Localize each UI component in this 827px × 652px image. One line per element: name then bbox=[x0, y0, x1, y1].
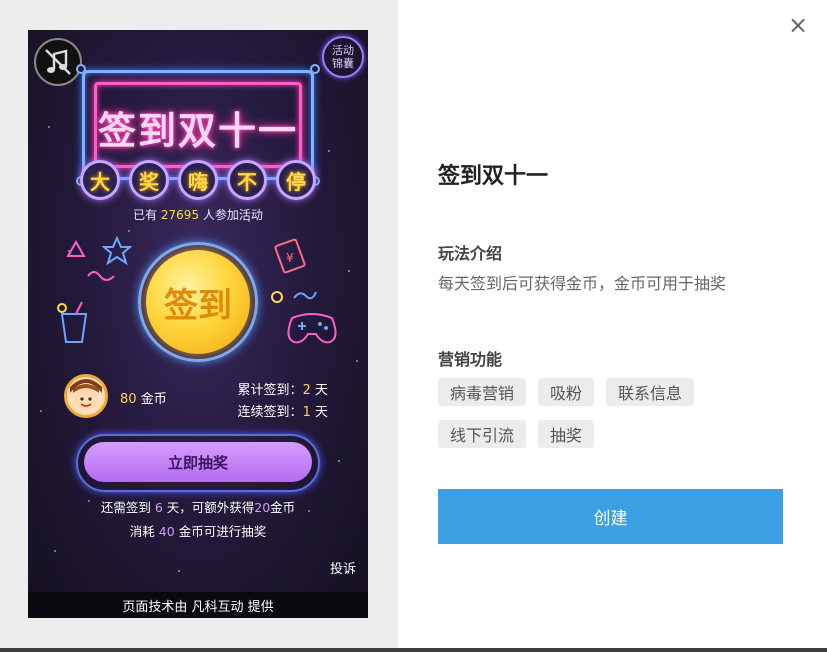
star-icon bbox=[102, 236, 132, 266]
marketing-heading: 营销功能 bbox=[438, 350, 503, 369]
draw-info-line-2: 消耗 40 金币可进行抽奖 bbox=[129, 524, 267, 539]
preview-title: 签到双十一 bbox=[97, 109, 298, 153]
draw-info: 还需签到 6 天，可额外获得20金币 消耗 40 金币可进行抽奖 bbox=[28, 496, 368, 544]
marketing-tag: 联系信息 bbox=[606, 378, 695, 406]
activity-tips-button[interactable]: 活动锦囊 bbox=[322, 36, 364, 78]
gamepad-icon bbox=[287, 313, 337, 344]
svg-text:¥: ¥ bbox=[286, 251, 294, 265]
avatar bbox=[64, 374, 108, 418]
close-icon[interactable]: × bbox=[787, 13, 809, 37]
slogan-badge: 奖 bbox=[129, 160, 169, 200]
ring-decoration bbox=[271, 291, 283, 303]
preview-footer: 页面技术由 凡科互动 提供 bbox=[28, 592, 368, 618]
red-envelope-icon: ¥ bbox=[274, 238, 306, 274]
preview-pane: 活动锦囊 签到双十一 大 奖 嗨 不 停 已有 27695 人参加活动 ¥ 签到… bbox=[0, 0, 398, 648]
total-signin: 累计签到：2 天 bbox=[237, 383, 328, 398]
signin-button[interactable]: 签到 bbox=[146, 250, 250, 354]
marketing-tag: 吸粉 bbox=[538, 378, 595, 406]
slogan-badge: 停 bbox=[276, 160, 316, 200]
user-coins: 80 金币 bbox=[120, 392, 167, 407]
create-activity-modal: 活动锦囊 签到双十一 大 奖 嗨 不 停 已有 27695 人参加活动 ¥ 签到… bbox=[0, 0, 827, 648]
music-muted-icon bbox=[45, 49, 71, 75]
squiggle-decoration bbox=[87, 271, 115, 281]
squiggle-decoration bbox=[293, 291, 317, 300]
slogan-badge: 不 bbox=[227, 160, 267, 200]
gameplay-description: 每天签到后可获得金币，金币可用于抽奖 bbox=[438, 274, 727, 293]
signin-stats: 累计签到：2 天 连续签到：1 天 bbox=[238, 380, 328, 424]
triangle-decoration bbox=[66, 240, 86, 257]
marketing-tag: 病毒营销 bbox=[438, 378, 527, 406]
slogan-badge: 大 bbox=[80, 160, 120, 200]
report-button[interactable]: 投诉 bbox=[330, 558, 356, 577]
slogan-badge: 嗨 bbox=[178, 160, 218, 200]
marketing-tag: 线下引流 bbox=[438, 420, 527, 448]
draw-info-line-1: 还需签到 6 天，可额外获得20金币 bbox=[100, 500, 296, 515]
phone-preview: 活动锦囊 签到双十一 大 奖 嗨 不 停 已有 27695 人参加活动 ¥ 签到… bbox=[28, 30, 368, 618]
gameplay-heading: 玩法介绍 bbox=[438, 244, 503, 263]
create-button[interactable]: 创建 bbox=[438, 489, 783, 544]
activity-tips-label: 活动锦囊 bbox=[332, 44, 354, 70]
continuous-signin: 连续签到：1 天 bbox=[237, 405, 328, 420]
music-toggle-button[interactable] bbox=[34, 38, 82, 86]
activity-title: 签到双十一 bbox=[438, 164, 549, 189]
background-strip bbox=[0, 648, 827, 652]
marketing-tag: 抽奖 bbox=[538, 420, 595, 448]
drink-icon bbox=[57, 301, 88, 343]
marketing-tags: 病毒营销 吸粉 联系信息 线下引流 抽奖 bbox=[438, 378, 738, 448]
slogan-badges: 大 奖 嗨 不 停 bbox=[80, 160, 316, 200]
participants-count: 已有 27695 人参加活动 bbox=[133, 208, 263, 222]
details-pane: × 签到双十一 玩法介绍 每天签到后可获得金币，金币可用于抽奖 营销功能 病毒营… bbox=[398, 0, 827, 648]
avatar-face-icon bbox=[70, 379, 102, 410]
draw-now-button[interactable]: 立即抽奖 bbox=[84, 442, 312, 482]
